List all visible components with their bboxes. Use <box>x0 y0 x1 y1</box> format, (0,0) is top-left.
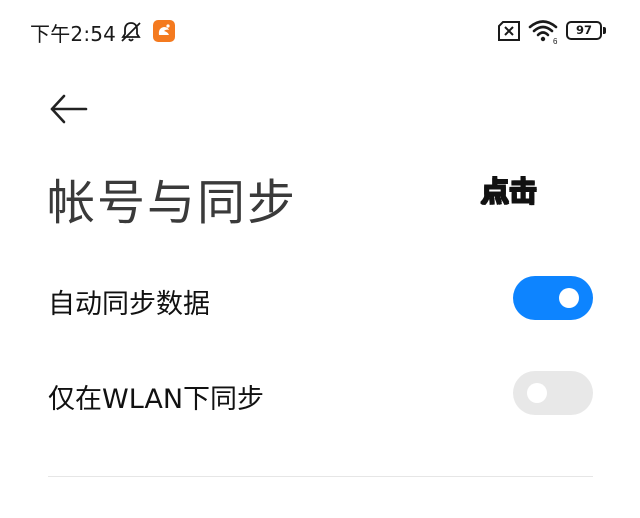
auto-sync-toggle[interactable] <box>513 276 593 320</box>
status-time: 下午2:54 <box>30 22 117 46</box>
battery-icon: 97 <box>566 21 606 40</box>
setting-row-auto-sync[interactable]: 自动同步数据 <box>0 262 640 334</box>
wifi-icon: 6 <box>528 20 558 45</box>
svg-text:6: 6 <box>553 37 558 45</box>
toggle-knob <box>559 288 579 308</box>
no-sim-icon <box>498 21 520 41</box>
setting-label-auto-sync: 自动同步数据 <box>48 289 210 320</box>
back-button[interactable] <box>42 88 92 132</box>
toggle-knob <box>527 383 547 403</box>
wlan-only-toggle[interactable] <box>513 371 593 415</box>
page-title: 帐号与同步 <box>47 175 298 231</box>
click-annotation: 点击 <box>480 174 538 209</box>
status-bar: 下午2:54 6 97 <box>0 0 640 62</box>
back-arrow-icon <box>50 94 88 124</box>
divider <box>48 476 593 477</box>
battery-level: 97 <box>575 23 592 37</box>
setting-row-wlan-only[interactable]: 仅在WLAN下同步 <box>0 357 640 429</box>
mute-icon <box>121 22 141 42</box>
app-icon <box>153 20 175 42</box>
setting-label-wlan-only: 仅在WLAN下同步 <box>48 384 265 415</box>
